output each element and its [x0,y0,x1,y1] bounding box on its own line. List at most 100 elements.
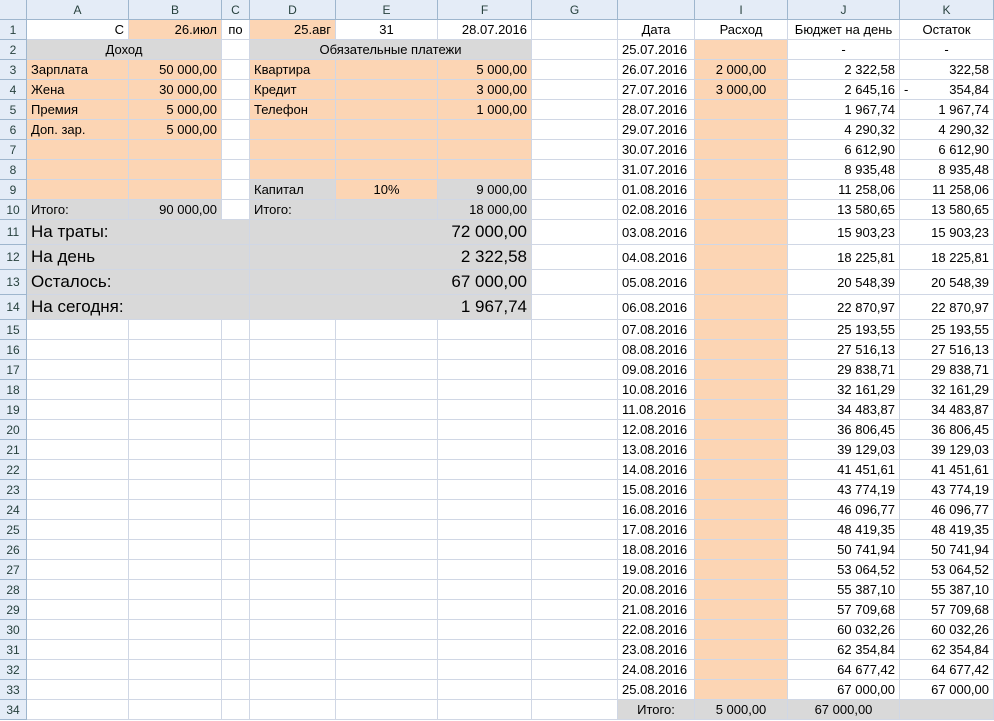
income-name[interactable] [27,180,129,200]
row-header[interactable]: 30 [0,620,27,640]
payment-note[interactable] [336,100,438,120]
ledger-rest[interactable]: 25 193,55 [900,320,994,340]
cell-G16[interactable] [532,340,618,360]
cell-D21[interactable] [250,440,336,460]
ledger-budget[interactable]: 2 645,16 [788,80,900,100]
cell-D18[interactable] [250,380,336,400]
cell-D31[interactable] [250,640,336,660]
row-header[interactable]: 33 [0,680,27,700]
cell-E34[interactable] [336,700,438,720]
cell-A25[interactable] [27,520,129,540]
cell-D27[interactable] [250,560,336,580]
cell-F24[interactable] [438,500,532,520]
cell-today[interactable]: 28.07.2016 [438,20,532,40]
cell-A30[interactable] [27,620,129,640]
cell-G23[interactable] [532,480,618,500]
ledger-rest[interactable]: 11 258,06 [900,180,994,200]
column-header[interactable] [618,0,695,20]
cell-A23[interactable] [27,480,129,500]
cell-E19[interactable] [336,400,438,420]
ledger-date[interactable]: 13.08.2016 [618,440,695,460]
ledger-header[interactable]: Бюджет на день [788,20,900,40]
ledger-budget[interactable]: 6 612,90 [788,140,900,160]
ledger-header[interactable]: Дата [618,20,695,40]
ledger-budget[interactable]: 1 967,74 [788,100,900,120]
cell-E33[interactable] [336,680,438,700]
ledger-expense[interactable] [695,270,788,295]
row-header[interactable]: 2 [0,40,27,60]
cell-from-label[interactable]: С [27,20,129,40]
summary-label[interactable]: На день [27,245,250,270]
ledger-date[interactable]: 23.08.2016 [618,640,695,660]
row-header[interactable]: 1 [0,20,27,40]
ledger-expense[interactable] [695,660,788,680]
cell-B20[interactable] [129,420,222,440]
ledger-expense[interactable] [695,340,788,360]
payment-note[interactable] [336,120,438,140]
ledger-date[interactable]: 28.07.2016 [618,100,695,120]
cell-F32[interactable] [438,660,532,680]
ledger-rest[interactable]: 57 709,68 [900,600,994,620]
row-header[interactable]: 20 [0,420,27,440]
ledger-expense[interactable] [695,440,788,460]
row-header[interactable]: 5 [0,100,27,120]
payment-note[interactable] [336,60,438,80]
ledger-expense[interactable] [695,180,788,200]
ledger-expense[interactable] [695,480,788,500]
cell-C22[interactable] [222,460,250,480]
cell-G28[interactable] [532,580,618,600]
cell-B19[interactable] [129,400,222,420]
ledger-rest[interactable]: 55 387,10 [900,580,994,600]
cell-E25[interactable] [336,520,438,540]
cell-F20[interactable] [438,420,532,440]
column-header[interactable]: K [900,0,994,20]
ledger-total-label[interactable]: Итого: [618,700,695,720]
cell-C16[interactable] [222,340,250,360]
cell-G20[interactable] [532,420,618,440]
cell-E17[interactable] [336,360,438,380]
cell-G5[interactable] [532,100,618,120]
ledger-budget[interactable]: - [788,40,900,60]
income-title[interactable]: Доход [27,40,222,60]
payments-total-value[interactable]: 18 000,00 [438,200,532,220]
cell-E32[interactable] [336,660,438,680]
cell-C2[interactable] [222,40,250,60]
cell-G34[interactable] [532,700,618,720]
cell-F22[interactable] [438,460,532,480]
payments-total-spacer[interactable] [336,200,438,220]
ledger-rest[interactable]: 322,58 [900,60,994,80]
ledger-date[interactable]: 12.08.2016 [618,420,695,440]
column-header[interactable]: E [336,0,438,20]
cell-F33[interactable] [438,680,532,700]
ledger-budget[interactable]: 29 838,71 [788,360,900,380]
ledger-rest[interactable]: 62 354,84 [900,640,994,660]
ledger-expense[interactable] [695,200,788,220]
cell-B23[interactable] [129,480,222,500]
column-header[interactable]: F [438,0,532,20]
cell-from-date[interactable]: 26.июл [129,20,222,40]
ledger-expense[interactable] [695,120,788,140]
cell-C27[interactable] [222,560,250,580]
capital-value[interactable]: 9 000,00 [438,180,532,200]
ledger-rest[interactable]: 60 032,26 [900,620,994,640]
payments-total-label[interactable]: Итого: [250,200,336,220]
cell-C18[interactable] [222,380,250,400]
cell-B33[interactable] [129,680,222,700]
ledger-expense[interactable] [695,680,788,700]
row-header[interactable]: 16 [0,340,27,360]
cell-D34[interactable] [250,700,336,720]
cell-C8[interactable] [222,160,250,180]
cell-G25[interactable] [532,520,618,540]
cell-C23[interactable] [222,480,250,500]
ledger-date[interactable]: 03.08.2016 [618,220,695,245]
cell-B29[interactable] [129,600,222,620]
cell-D26[interactable] [250,540,336,560]
cell-C26[interactable] [222,540,250,560]
cell-C30[interactable] [222,620,250,640]
cell-E29[interactable] [336,600,438,620]
cell-G6[interactable] [532,120,618,140]
income-value[interactable]: 50 000,00 [129,60,222,80]
income-value[interactable]: 30 000,00 [129,80,222,100]
cell-D23[interactable] [250,480,336,500]
cell-G3[interactable] [532,60,618,80]
